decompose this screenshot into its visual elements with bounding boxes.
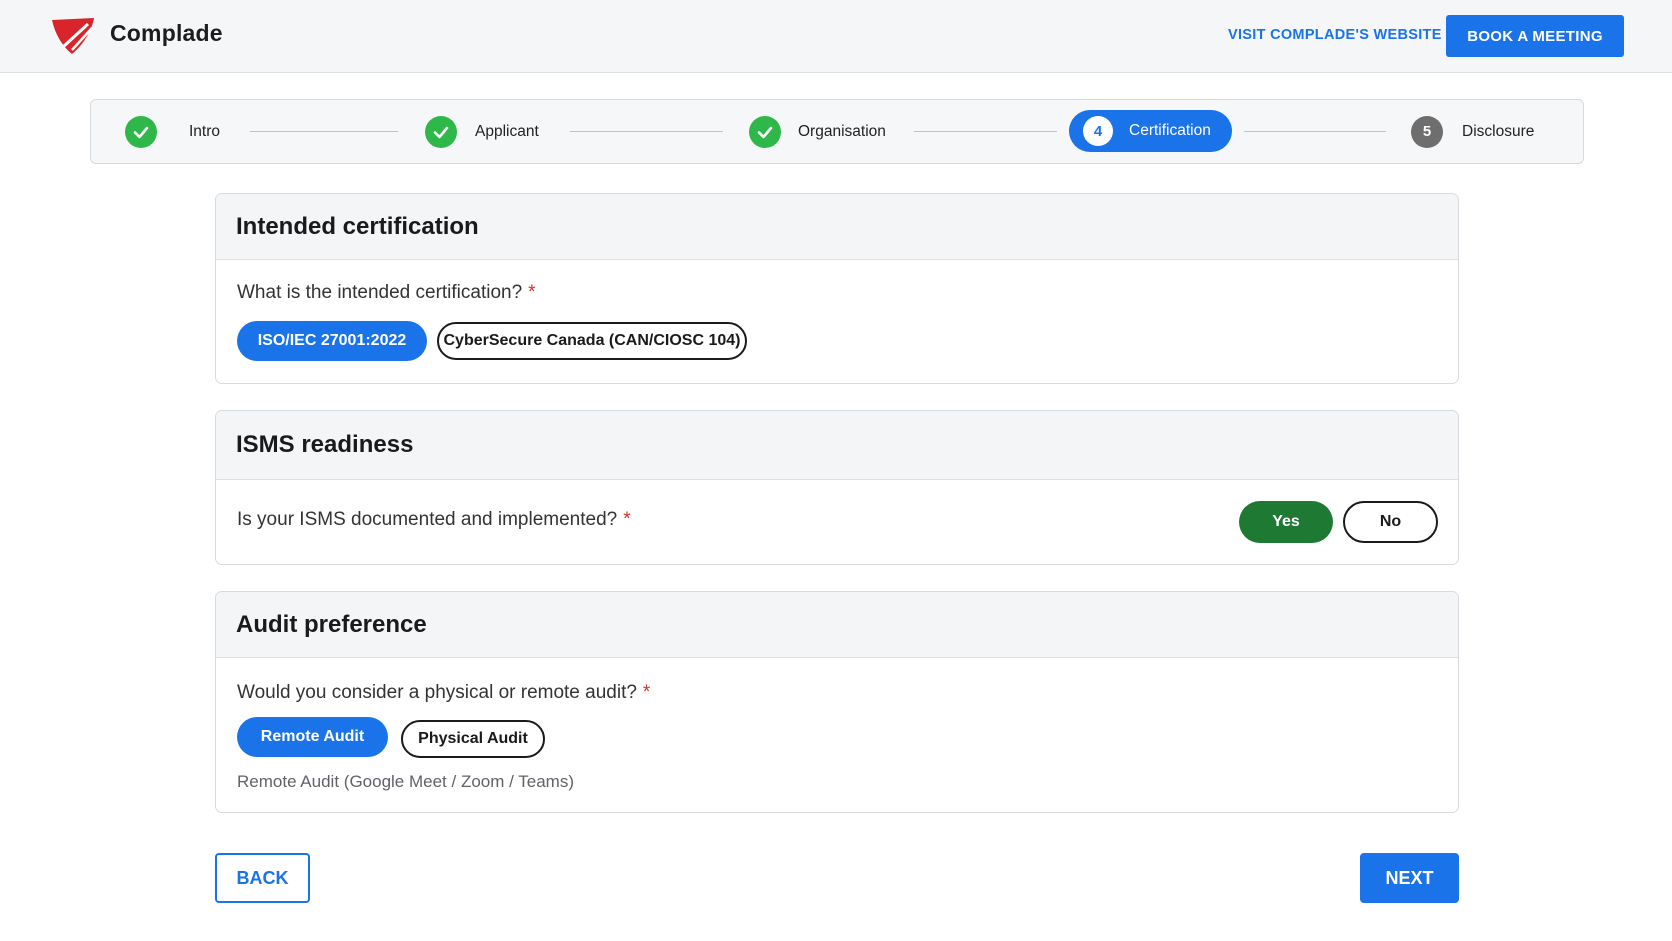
required-mark: * (623, 509, 631, 530)
audit-card: Audit preference Would you consider a ph… (215, 591, 1459, 813)
book-meeting-button[interactable]: BOOK A MEETING (1446, 15, 1624, 57)
yes-button[interactable]: Yes (1239, 501, 1333, 543)
step-intro[interactable]: Intro (125, 100, 220, 163)
step-connector (914, 131, 1057, 132)
audit-note: Remote Audit (Google Meet / Zoom / Teams… (237, 772, 574, 791)
audit-question: Would you consider a physical or remote … (237, 682, 650, 704)
card-header: Intended certification (216, 194, 1458, 260)
back-button[interactable]: BACK (215, 853, 310, 903)
card-title: Audit preference (236, 610, 427, 638)
card-title: Intended certification (236, 212, 479, 240)
remote-audit-option[interactable]: Remote Audit (237, 717, 388, 757)
cybersecure-canada-option[interactable]: CyberSecure Canada (CAN/CIOSC 104) (437, 322, 747, 360)
question-text: Is your ISMS documented and implemented? (237, 509, 618, 530)
isms-card: ISMS readiness Is your ISMS documented a… (215, 410, 1459, 565)
card-title: ISMS readiness (236, 431, 414, 458)
step-label: Intro (189, 122, 221, 140)
progress-stepper: Intro Applicant Organisation 4 Certifica… (90, 99, 1584, 164)
card-header: ISMS readiness (216, 411, 1458, 480)
step-number: 4 (1083, 116, 1113, 146)
question-text: What is the intended certification? (237, 282, 523, 303)
step-label: Applicant (475, 122, 539, 140)
next-button[interactable]: NEXT (1360, 853, 1459, 903)
physical-audit-option[interactable]: Physical Audit (401, 720, 545, 758)
step-label: Disclosure (1462, 122, 1535, 140)
step-organisation[interactable]: Organisation (749, 100, 886, 163)
no-button[interactable]: No (1343, 501, 1438, 543)
step-applicant[interactable]: Applicant (425, 100, 539, 163)
check-icon (749, 115, 781, 148)
required-mark: * (528, 282, 536, 303)
step-connector (1244, 131, 1386, 132)
shield-logo-icon[interactable] (50, 16, 98, 56)
question-text: Would you consider a physical or remote … (237, 682, 637, 703)
iso-27001-option[interactable]: ISO/IEC 27001:2022 (237, 321, 427, 361)
step-label: Certification (1129, 122, 1211, 139)
check-icon (425, 115, 457, 148)
step-connector (570, 131, 723, 132)
required-mark: * (642, 682, 651, 703)
brand-name[interactable]: Complade (110, 20, 223, 47)
step-label: Organisation (798, 122, 886, 140)
check-icon (125, 115, 157, 148)
step-certification[interactable]: 4 Certification (1069, 110, 1232, 152)
step-number: 5 (1411, 115, 1443, 148)
visit-website-link[interactable]: VISIT COMPLADE'S WEBSITE (1228, 27, 1442, 43)
step-disclosure[interactable]: 5 Disclosure (1411, 100, 1534, 163)
card-header: Audit preference (216, 592, 1458, 658)
certification-card: Intended certification What is the inten… (215, 193, 1459, 384)
top-header: Complade VISIT COMPLADE'S WEBSITE BOOK A… (0, 0, 1672, 73)
certification-question: What is the intended certification? * (237, 282, 536, 304)
step-connector (250, 131, 398, 132)
isms-question: Is your ISMS documented and implemented?… (237, 509, 631, 531)
